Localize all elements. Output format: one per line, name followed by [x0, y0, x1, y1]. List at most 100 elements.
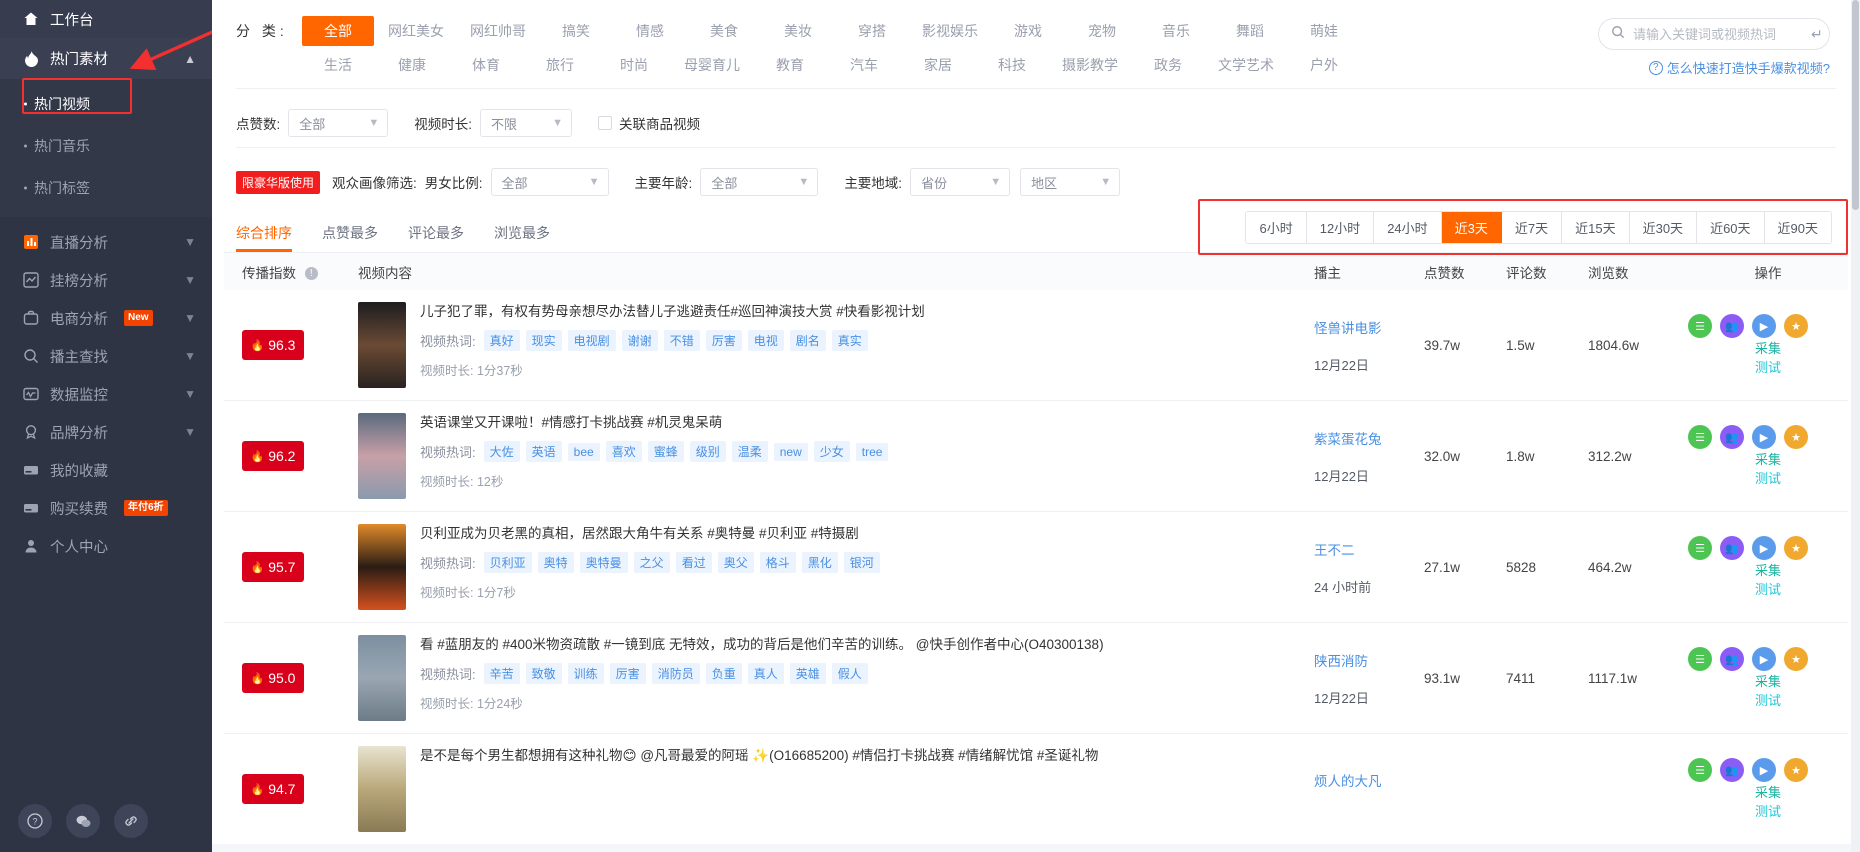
category-item[interactable]: 汽车	[828, 50, 900, 80]
note-icon[interactable]: ☰	[1688, 536, 1712, 560]
category-item[interactable]: 舞蹈	[1214, 16, 1286, 46]
gender-filter-select[interactable]: 全部 ▼	[490, 168, 609, 196]
sidebar-item-host-search[interactable]: 播主查找 ▼	[0, 337, 212, 375]
sidebar-item-hot-tag[interactable]: 热门标签	[0, 167, 212, 209]
category-item[interactable]: 宠物	[1066, 16, 1138, 46]
time-range-tab[interactable]: 12小时	[1306, 212, 1375, 243]
category-item[interactable]: 体育	[450, 50, 522, 80]
star-icon[interactable]: ★	[1784, 758, 1808, 782]
category-item[interactable]: 搞笑	[540, 16, 612, 46]
hot-word-tag[interactable]: tree	[855, 442, 889, 461]
hot-word-tag[interactable]: 假人	[831, 663, 868, 685]
age-filter-select[interactable]: 全部 ▼	[700, 168, 819, 196]
hot-word-tag[interactable]: 温柔	[731, 441, 768, 463]
collect-link[interactable]: 采集	[1688, 560, 1848, 579]
sort-tab[interactable]: 评论最多	[408, 223, 464, 252]
sidebar-item-data-monitor[interactable]: 数据监控 ▼	[0, 375, 212, 413]
category-item[interactable]: 穿搭	[836, 16, 908, 46]
time-range-tab[interactable]: 24小时	[1374, 212, 1442, 243]
note-icon[interactable]: ☰	[1688, 647, 1712, 671]
time-range-tab[interactable]: 近60天	[1697, 212, 1765, 243]
hot-word-tag[interactable]: 谢谢	[621, 330, 658, 352]
note-icon[interactable]: ☰	[1688, 758, 1712, 782]
category-item[interactable]: 游戏	[992, 16, 1064, 46]
search-box[interactable]: ↵	[1598, 18, 1830, 50]
sidebar-item-ecommerce-analysis[interactable]: 电商分析 New ▼	[0, 299, 212, 337]
category-item[interactable]: 萌娃	[1288, 16, 1360, 46]
video-thumbnail[interactable]	[358, 302, 406, 388]
hot-word-tag[interactable]: 真好	[483, 330, 520, 352]
hot-word-tag[interactable]: 辛苦	[483, 663, 520, 685]
hot-word-tag[interactable]: 厉害	[705, 330, 742, 352]
star-icon[interactable]: ★	[1784, 536, 1808, 560]
scrollbar-thumb[interactable]	[1852, 0, 1859, 210]
hot-word-tag[interactable]: 格斗	[759, 552, 796, 574]
category-item[interactable]: 摄影教学	[1050, 50, 1130, 80]
hot-word-tag[interactable]: 看过	[675, 552, 712, 574]
sidebar-item-my-favorites[interactable]: 我的收藏	[0, 451, 212, 489]
sidebar-item-hot-video[interactable]: 热门视频	[0, 83, 212, 125]
play-icon[interactable]: ▶	[1752, 536, 1776, 560]
hot-word-tag[interactable]: 消防员	[651, 663, 700, 685]
category-item[interactable]: 母婴育儿	[672, 50, 752, 80]
link-button[interactable]	[114, 804, 148, 838]
time-range-tab[interactable]: 6小时	[1246, 212, 1307, 243]
hot-word-tag[interactable]: 致敬	[525, 663, 562, 685]
hot-word-tag[interactable]: bee	[567, 442, 600, 461]
play-icon[interactable]: ▶	[1752, 758, 1776, 782]
play-icon[interactable]: ▶	[1752, 647, 1776, 671]
category-item[interactable]: 教育	[754, 50, 826, 80]
collect-link[interactable]: 采集	[1688, 782, 1848, 801]
collect-link[interactable]: 采集	[1688, 338, 1848, 357]
hot-word-tag[interactable]: 奥父	[717, 552, 754, 574]
author-link[interactable]: 紫菜蛋花兔	[1314, 428, 1424, 448]
likes-filter-select[interactable]: 全部 ▼	[288, 109, 389, 137]
category-item[interactable]: 科技	[976, 50, 1048, 80]
collect-link[interactable]: 采集	[1688, 671, 1848, 690]
group-icon[interactable]: 👥	[1720, 758, 1744, 782]
note-icon[interactable]: ☰	[1688, 314, 1712, 338]
collect-link[interactable]: 采集	[1688, 449, 1848, 468]
help-link[interactable]: ? 怎么快速打造快手爆款视频?	[1648, 58, 1830, 77]
group-icon[interactable]: 👥	[1720, 647, 1744, 671]
sort-tab[interactable]: 浏览最多	[494, 223, 550, 252]
sidebar-item-workbench[interactable]: 工作台	[0, 0, 212, 38]
category-item[interactable]: 政务	[1132, 50, 1204, 80]
hot-word-tag[interactable]: 不错	[663, 330, 700, 352]
hot-word-tag[interactable]: 英雄	[789, 663, 826, 685]
author-link[interactable]: 怪兽讲电影	[1314, 317, 1424, 337]
category-item[interactable]: 文学艺术	[1206, 50, 1286, 80]
sidebar-item-live-analysis[interactable]: 直播分析 ▼	[0, 223, 212, 261]
test-link[interactable]: 测试	[1688, 357, 1848, 376]
test-link[interactable]: 测试	[1688, 801, 1848, 820]
group-icon[interactable]: 👥	[1720, 536, 1744, 560]
hot-word-tag[interactable]: 真人	[747, 663, 784, 685]
category-item[interactable]: 家居	[902, 50, 974, 80]
play-icon[interactable]: ▶	[1752, 425, 1776, 449]
hot-word-tag[interactable]: 级别	[689, 441, 726, 463]
category-item[interactable]: 旅行	[524, 50, 596, 80]
hot-word-tag[interactable]: 大佐	[483, 441, 520, 463]
hot-word-tag[interactable]: 负重	[705, 663, 742, 685]
category-item[interactable]: 健康	[376, 50, 448, 80]
note-icon[interactable]: ☰	[1688, 425, 1712, 449]
test-link[interactable]: 测试	[1688, 468, 1848, 487]
category-item[interactable]: 户外	[1288, 50, 1360, 80]
video-thumbnail[interactable]	[358, 746, 406, 832]
group-icon[interactable]: 👥	[1720, 314, 1744, 338]
province-filter-select[interactable]: 省份 ▼	[910, 168, 1011, 196]
hot-word-tag[interactable]: 蜜蜂	[647, 441, 684, 463]
hot-word-tag[interactable]: 贝利亚	[483, 552, 532, 574]
category-item[interactable]: 时尚	[598, 50, 670, 80]
video-thumbnail[interactable]	[358, 413, 406, 499]
hot-word-tag[interactable]: 奥特	[537, 552, 574, 574]
star-icon[interactable]: ★	[1784, 314, 1808, 338]
author-link[interactable]: 烦人的大凡	[1314, 770, 1424, 790]
product-video-checkbox-wrap[interactable]: 关联商品视频	[598, 113, 700, 133]
sort-tab[interactable]: 综合排序	[236, 223, 292, 252]
hot-word-tag[interactable]: 真实	[831, 330, 868, 352]
hot-word-tag[interactable]: 之父	[633, 552, 670, 574]
video-title[interactable]: 贝利亚成为贝老黑的真相，居然跟大角牛有关系 #奥特曼 #贝利亚 #特摄剧	[420, 524, 1300, 544]
hot-word-tag[interactable]: 剧名	[789, 330, 826, 352]
hot-word-tag[interactable]: 英语	[525, 441, 562, 463]
